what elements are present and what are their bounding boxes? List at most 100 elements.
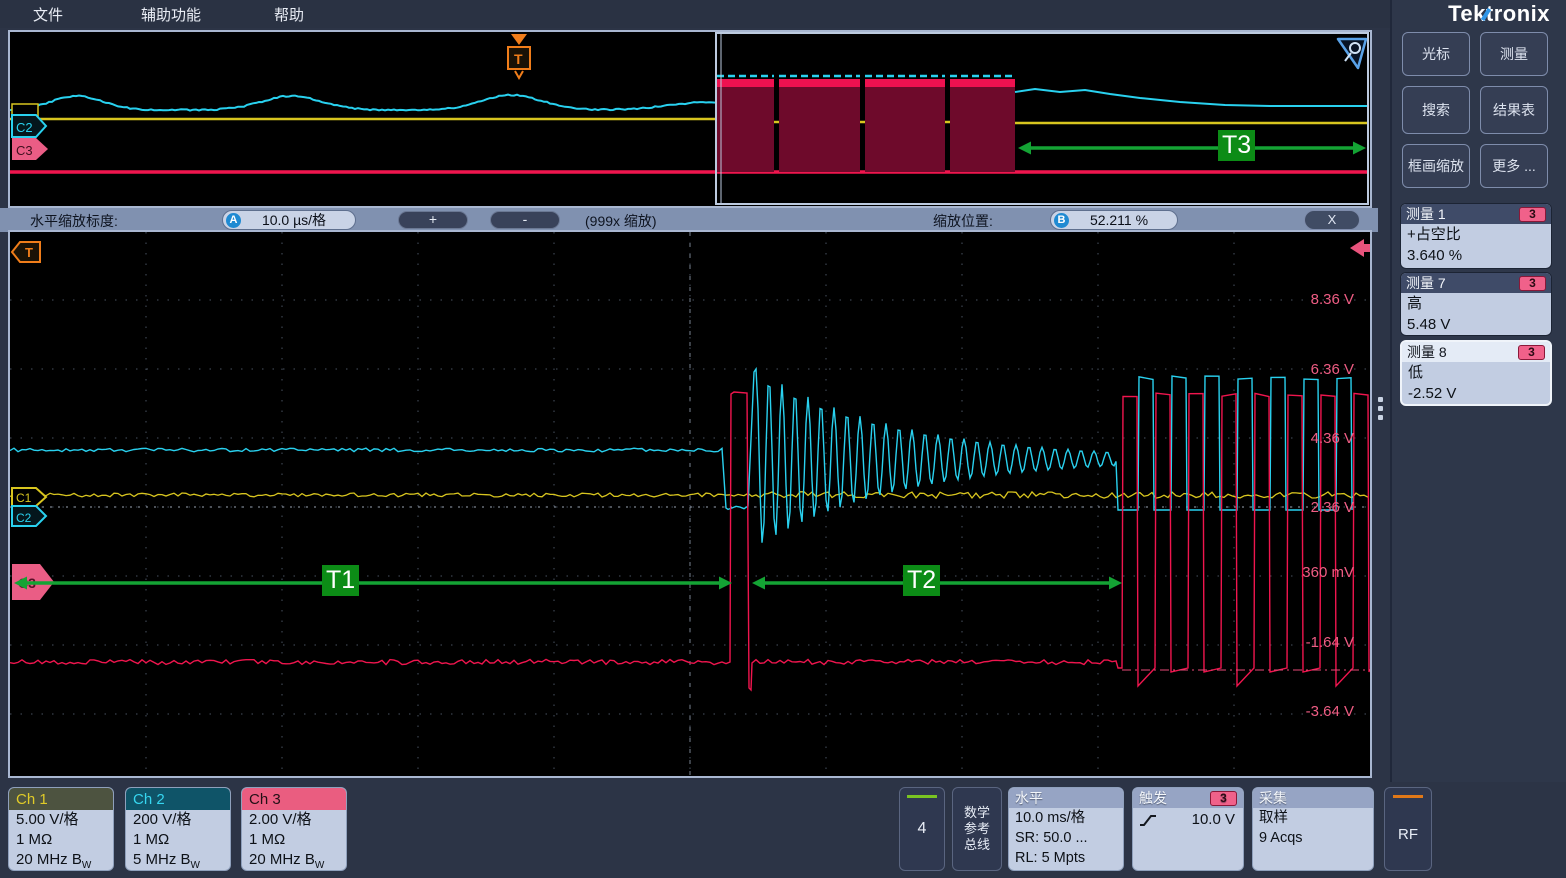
- knob-b-icon: B: [1054, 213, 1069, 228]
- overview-traces: [10, 76, 1368, 172]
- channel-bandwidth: 20 MHz BW: [242, 850, 346, 871]
- svg-text:T: T: [25, 245, 33, 260]
- t2-annotation-label: T2: [903, 565, 940, 596]
- annotations: [14, 239, 1370, 590]
- channel-impedance: 1 MΩ: [242, 830, 346, 850]
- ch2-ground-marker[interactable]: C2: [12, 506, 46, 526]
- zoom-out-button[interactable]: -: [490, 211, 560, 229]
- source-channel-chip: 3: [1519, 276, 1546, 291]
- rising-edge-icon: [1139, 813, 1157, 827]
- measurement-value: 5.48 V: [1401, 314, 1551, 335]
- menu-file[interactable]: 文件: [33, 4, 63, 25]
- main-waveform-display[interactable]: T C1 C2 C3 8.36 V 6.36 V 4.36 V 2.36 V 3…: [8, 230, 1372, 778]
- channel-1-name: Ch 1: [9, 788, 113, 810]
- close-zoom-button[interactable]: X: [1304, 210, 1360, 230]
- tektronix-logo: Tektronix: [1448, 1, 1550, 27]
- acquisition-mode: 取样: [1253, 808, 1373, 828]
- scale-label-5: 360 mV: [1302, 564, 1354, 581]
- rf-label: RF: [1385, 826, 1431, 843]
- scale-label-6: -1.64 V: [1306, 634, 1354, 651]
- measurement-value: -2.52 V: [1402, 383, 1550, 404]
- graticule-grid: [10, 232, 1370, 776]
- overview-trigger-marker[interactable]: T: [508, 34, 530, 78]
- trigger-badge[interactable]: 触发 3 10.0 V: [1132, 787, 1244, 871]
- channel-4-button[interactable]: 4: [899, 787, 945, 871]
- channel-impedance: 1 MΩ: [9, 830, 113, 850]
- svg-text:T: T: [514, 51, 523, 67]
- zoom-position-label: 缩放位置:: [933, 211, 993, 231]
- math-ref-bus-button[interactable]: 数学 参考 总线: [952, 787, 1002, 871]
- zoom-factor-label: (999x 缩放): [585, 211, 657, 231]
- svg-text:C3: C3: [16, 143, 33, 158]
- measurement-name: 测量 7: [1406, 273, 1446, 293]
- zoom-position-control[interactable]: B 52.211 %: [1050, 210, 1178, 230]
- channel-3-name: Ch 3: [242, 788, 346, 810]
- trigger-position-marker[interactable]: T: [12, 242, 40, 262]
- channel-2-name: Ch 2: [126, 788, 230, 810]
- zoom-scale-control[interactable]: A 10.0 µs/格: [222, 210, 356, 230]
- record-length: RL: 5 Mpts: [1009, 848, 1123, 868]
- channel-2-badge[interactable]: Ch 2 200 V/格 1 MΩ 5 MHz BW: [125, 787, 231, 871]
- channel-1-badge[interactable]: Ch 1 5.00 V/格 1 MΩ 20 MHz BW: [8, 787, 114, 871]
- measurement-name: 测量 8: [1407, 342, 1447, 362]
- source-channel-chip: 3: [1519, 207, 1546, 222]
- horizontal-zoom-bar: 水平缩放标度: A 10.0 µs/格 + - (999x 缩放) 缩放位置: …: [0, 208, 1378, 232]
- scale-label-1: 8.36 V: [1311, 291, 1354, 308]
- measure-button[interactable]: 测量: [1480, 32, 1548, 76]
- zoom-in-button[interactable]: +: [398, 211, 468, 229]
- measurement-stat: +占空比: [1401, 224, 1551, 245]
- channel-scale: 2.00 V/格: [242, 810, 346, 830]
- channel-3-badge[interactable]: Ch 3 2.00 V/格 1 MΩ 20 MHz BW: [241, 787, 347, 871]
- horizontal-title: 水平: [1015, 788, 1043, 808]
- zoom-position-value: 52.211 %: [1069, 212, 1177, 228]
- channel-scale: 5.00 V/格: [9, 810, 113, 830]
- measurement-badge-1[interactable]: 测量 13 +占空比 3.640 %: [1400, 203, 1552, 269]
- channel-bandwidth: 20 MHz BW: [9, 850, 113, 871]
- ch1-ground-marker[interactable]: C1: [12, 488, 46, 506]
- results-table-button[interactable]: 结果表: [1480, 86, 1548, 134]
- channel-bandwidth: 5 MHz BW: [126, 850, 230, 871]
- cursors-button[interactable]: 光标: [1402, 32, 1470, 76]
- horizontal-badge[interactable]: 水平 10.0 ms/格 SR: 50.0 ... RL: 5 Mpts: [1008, 787, 1124, 871]
- trigger-source-chip: 3: [1210, 791, 1237, 806]
- svg-text:C2: C2: [16, 511, 32, 525]
- zoom-scale-label: 水平缩放标度:: [30, 211, 118, 231]
- zoom-magnifier-icon[interactable]: [1338, 39, 1366, 68]
- sample-rate: SR: 50.0 ...: [1009, 828, 1123, 848]
- acquisition-badge[interactable]: 采集 取样 9 Acqs: [1252, 787, 1374, 871]
- t3-annotation-label: T3: [1218, 130, 1255, 161]
- overview-annotations: [1018, 142, 1366, 155]
- scale-label-7: -3.64 V: [1306, 703, 1354, 720]
- measurement-name: 测量 1: [1406, 204, 1446, 224]
- channel-scale: 200 V/格: [126, 810, 230, 830]
- acquisition-count: 9 Acqs: [1253, 828, 1373, 848]
- svg-text:C2: C2: [16, 120, 33, 135]
- knob-a-icon: A: [226, 213, 241, 228]
- search-button[interactable]: 搜索: [1402, 86, 1470, 134]
- menu-utility[interactable]: 辅助功能: [141, 4, 201, 25]
- panel-resize-handle[interactable]: [1378, 397, 1383, 420]
- rf-color-line: [1393, 795, 1423, 798]
- more-button[interactable]: 更多 ...: [1480, 144, 1548, 188]
- horizontal-scale: 10.0 ms/格: [1009, 808, 1123, 828]
- trigger-level: 10.0 V: [1192, 811, 1235, 828]
- overview-ch3-marker[interactable]: C3: [12, 138, 48, 160]
- measurement-stat: 低: [1402, 362, 1550, 383]
- measurement-stat: 高: [1401, 293, 1551, 314]
- acquisition-title: 采集: [1259, 788, 1287, 808]
- measurement-badge-8[interactable]: 测量 8 3 低 -2.52 V: [1400, 340, 1552, 406]
- zoom-scale-value: 10.0 µs/格: [241, 210, 355, 230]
- measurement-badge-7[interactable]: 测量 7 3 高 5.48 V: [1400, 272, 1552, 336]
- math-label: 数学: [953, 805, 1001, 821]
- scale-label-2: 6.36 V: [1311, 361, 1354, 378]
- right-control-panel: 光标 测量 搜索 结果表 框画缩放 更多 ... 测量 13 +占空比 3.64…: [1390, 0, 1566, 782]
- source-channel-chip: 3: [1518, 345, 1545, 360]
- bus-label: 总线: [953, 837, 1001, 853]
- rf-button[interactable]: RF: [1384, 787, 1432, 871]
- menu-help[interactable]: 帮助: [274, 4, 304, 25]
- trigger-title: 触发: [1139, 788, 1167, 808]
- draw-zoom-button[interactable]: 框画缩放: [1402, 144, 1470, 188]
- waveform-overview-panel[interactable]: T C2 C3 T3: [8, 30, 1372, 208]
- t1-annotation-label: T1: [322, 565, 359, 596]
- scale-label-3: 4.36 V: [1311, 430, 1354, 447]
